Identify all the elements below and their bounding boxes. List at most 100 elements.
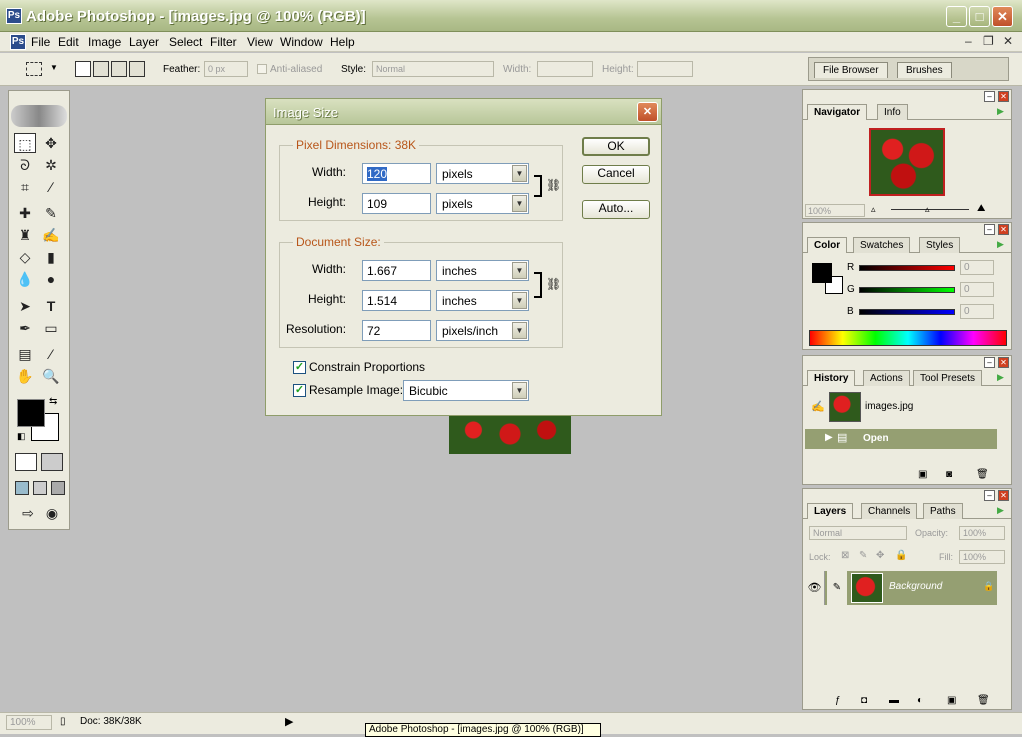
add-selection-icon[interactable]	[93, 61, 109, 77]
feather-input[interactable]: 0 px	[204, 61, 248, 77]
blend-mode-select[interactable]: Normal	[809, 526, 907, 540]
color-ramp[interactable]	[809, 330, 1007, 346]
tab-paths[interactable]: Paths	[923, 503, 963, 519]
chevron-down-icon[interactable]: ▼	[50, 63, 58, 72]
new-document-from-state-icon[interactable]: ▣	[918, 469, 927, 480]
screen-mode-full-menu-icon[interactable]	[33, 481, 47, 495]
magic-wand-icon[interactable]: ✲	[40, 155, 62, 175]
r-slider[interactable]	[859, 265, 955, 271]
zoom-slider[interactable]	[891, 209, 969, 210]
resolution-input[interactable]: 72	[362, 320, 431, 341]
swap-colors-icon[interactable]: ⇆	[49, 396, 57, 407]
eyedropper-icon[interactable]: ⁄	[40, 344, 62, 364]
gradient-tool-icon[interactable]: ▮	[40, 247, 62, 267]
standard-mode-icon[interactable]	[15, 453, 37, 471]
px-height-input[interactable]: 109	[362, 193, 431, 214]
navigator-zoom-field[interactable]: 100%	[805, 204, 865, 217]
resample-method-select[interactable]: Bicubic ▼	[403, 380, 529, 401]
lock-transparency-icon[interactable]: ⊠	[841, 550, 849, 561]
type-tool-icon[interactable]: T	[40, 296, 62, 316]
subtract-selection-icon[interactable]	[111, 61, 127, 77]
resolution-unit-select[interactable]: pixels/inch ▼	[436, 320, 529, 341]
panel-menu-icon[interactable]: ▶	[997, 505, 1004, 516]
color-fg-swatch[interactable]	[812, 263, 832, 283]
panel-minimize-icon[interactable]: –	[984, 490, 995, 501]
zoom-tool-icon[interactable]: 🔍	[40, 366, 62, 386]
history-state-row[interactable]: ▶ ▤ Open	[805, 429, 997, 449]
brush-tool-icon[interactable]: ✎	[40, 203, 62, 223]
g-value[interactable]: 0	[960, 282, 994, 297]
doc-width-input[interactable]: 1.667	[362, 260, 431, 281]
status-menu-arrow-icon[interactable]: ▶	[285, 715, 293, 728]
quick-mask-icon[interactable]	[41, 453, 63, 471]
layer-set-icon[interactable]: ▬	[889, 695, 899, 706]
menu-layer[interactable]: Layer	[129, 35, 159, 49]
layer-brush-icon[interactable]: ✎	[827, 571, 847, 605]
tab-color[interactable]: Color	[807, 237, 848, 253]
screen-mode-full-icon[interactable]	[51, 481, 65, 495]
photoshop-eye-logo-icon[interactable]	[11, 105, 67, 127]
fill-input[interactable]: 100%	[959, 550, 1005, 564]
new-selection-icon[interactable]	[75, 61, 91, 77]
trash-icon[interactable]: 🗑	[976, 469, 989, 480]
zoom-in-icon[interactable]: ⛰	[977, 203, 985, 214]
dialog-title-bar[interactable]: Image Size ✕	[266, 99, 661, 125]
tab-tool-presets[interactable]: Tool Presets	[913, 370, 983, 386]
new-snapshot-icon[interactable]: ◙	[946, 469, 952, 480]
b-slider[interactable]	[859, 309, 955, 315]
panel-close-icon[interactable]: ✕	[998, 357, 1009, 368]
layer-mask-icon[interactable]: ◘	[861, 695, 867, 706]
shape-tool-icon[interactable]: ▭	[40, 318, 62, 338]
move-tool-icon[interactable]: ✥	[40, 133, 62, 153]
screen-mode-standard-icon[interactable]	[15, 481, 29, 495]
panel-close-icon[interactable]: ✕	[998, 224, 1009, 235]
panel-menu-icon[interactable]: ▶	[997, 239, 1004, 250]
doc-minimize-icon[interactable]: –	[965, 34, 972, 48]
marquee-preset-icon[interactable]	[26, 62, 42, 76]
lock-all-icon[interactable]: 🔒	[895, 550, 907, 561]
tab-info[interactable]: Info	[877, 104, 908, 120]
slice-tool-icon[interactable]: ∕	[40, 177, 62, 197]
blur-tool-icon[interactable]: 💧	[14, 269, 36, 289]
menu-edit[interactable]: Edit	[58, 35, 79, 49]
panel-menu-icon[interactable]: ▶	[997, 106, 1004, 117]
panel-menu-icon[interactable]: ▶	[997, 372, 1004, 383]
opacity-input[interactable]: 100%	[959, 526, 1005, 540]
new-layer-icon[interactable]: ▣	[947, 695, 956, 706]
history-snapshot-thumbnail[interactable]	[829, 392, 861, 422]
clone-stamp-icon[interactable]: ♜	[14, 225, 36, 245]
tab-history[interactable]: History	[807, 370, 856, 386]
doc-width-unit-select[interactable]: inches ▼	[436, 260, 529, 281]
b-value[interactable]: 0	[960, 304, 994, 319]
layer-style-icon[interactable]: ƒ	[835, 695, 841, 706]
minimize-button[interactable]: _	[946, 6, 967, 27]
history-brush-icon[interactable]: ✍	[40, 225, 62, 245]
px-width-input[interactable]: 120	[362, 163, 431, 184]
panel-close-icon[interactable]: ✕	[998, 91, 1009, 102]
doc-restore-icon[interactable]: ❐	[983, 34, 994, 48]
maximize-button[interactable]: □	[969, 6, 990, 27]
panel-minimize-icon[interactable]: –	[984, 91, 995, 102]
default-colors-icon[interactable]: ◧	[17, 431, 26, 442]
hand-tool-icon[interactable]: ✋	[14, 366, 36, 386]
menu-select[interactable]: Select	[169, 35, 202, 49]
healing-brush-icon[interactable]: ✚	[14, 203, 36, 223]
notes-tool-icon[interactable]: ▤	[14, 344, 36, 364]
close-button[interactable]: ✕	[992, 6, 1013, 27]
tab-styles[interactable]: Styles	[919, 237, 961, 253]
g-slider[interactable]	[859, 287, 955, 293]
resample-image-checkbox[interactable]: ✓	[293, 384, 306, 397]
foreground-color-swatch[interactable]	[17, 399, 45, 427]
tab-swatches[interactable]: Swatches	[853, 237, 911, 253]
menu-view[interactable]: View	[247, 35, 273, 49]
status-zoom-field[interactable]: 100%	[6, 715, 52, 730]
cancel-button[interactable]: Cancel	[582, 165, 650, 184]
style-select[interactable]: Normal	[372, 61, 494, 77]
crop-tool-icon[interactable]: ⌗	[14, 177, 36, 197]
px-height-unit-select[interactable]: pixels ▼	[436, 193, 529, 214]
tab-layers[interactable]: Layers	[807, 503, 854, 519]
eraser-tool-icon[interactable]: ◇	[14, 247, 36, 267]
layer-row-background[interactable]: 👁 ✎ Background 🔒	[805, 571, 997, 605]
doc-height-input[interactable]: 1.514	[362, 290, 431, 311]
ok-button[interactable]: OK	[582, 137, 650, 156]
